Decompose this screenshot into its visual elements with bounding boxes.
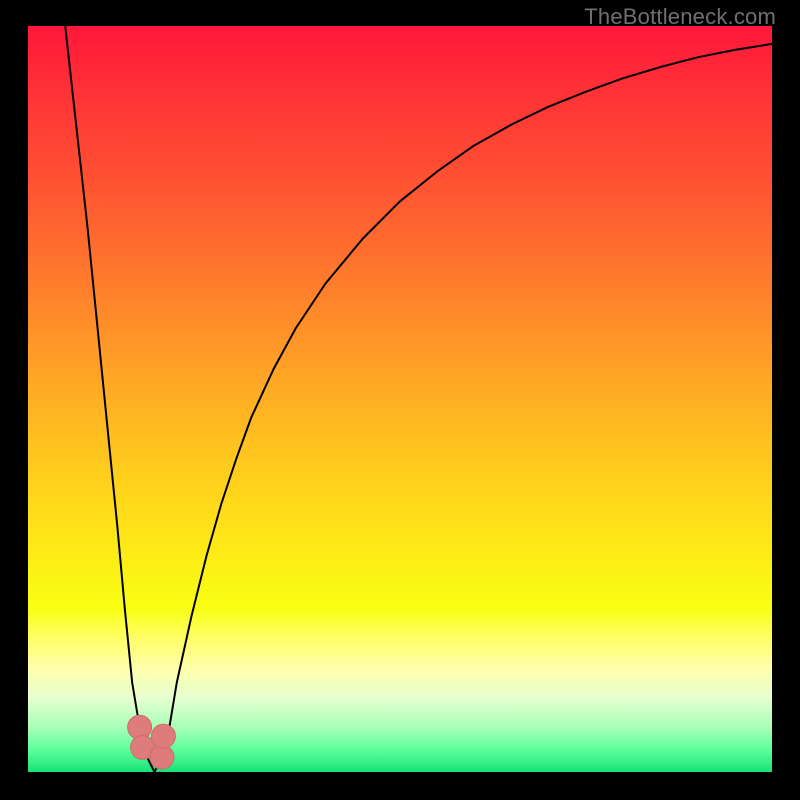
marker-point <box>151 724 175 748</box>
attribution-label: TheBottleneck.com <box>584 4 776 30</box>
bottleneck-chart <box>28 26 772 772</box>
gradient-background <box>28 26 772 772</box>
plot-area <box>28 26 772 772</box>
marker-point <box>150 745 174 769</box>
chart-outer-frame: TheBottleneck.com <box>0 0 800 800</box>
